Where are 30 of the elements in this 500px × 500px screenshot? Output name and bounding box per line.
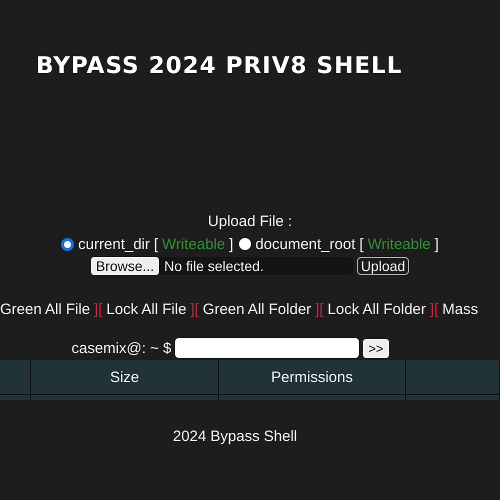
bracket-separator: ][ [94, 301, 102, 318]
writeable-status: Writeable [368, 236, 431, 252]
column-header: Size [110, 368, 140, 386]
action-link[interactable]: Green All File [0, 301, 90, 318]
bracket-separator: ][ [315, 301, 324, 318]
footer-text: 2024 Bypass Shell [172, 428, 298, 445]
radio-button[interactable] [61, 238, 74, 250]
shell-title: BYPASS 2024 PRIV8 SHELL [35, 52, 404, 81]
run-button[interactable]: >> [363, 338, 389, 358]
command-prompt: casemix@: ~ $ [71, 340, 172, 356]
bracket: [ [359, 236, 364, 252]
radio-label: current_dir [78, 236, 150, 252]
file-status: No file selected. [164, 258, 264, 274]
bracket: ] [434, 236, 439, 252]
upload-label: Upload File : [208, 213, 292, 232]
bracket-separator: ][ [430, 301, 438, 318]
command-field[interactable] [175, 338, 360, 358]
action-link[interactable]: Mass [442, 301, 478, 318]
column-header: Permissions [271, 368, 353, 386]
bracket: [ [154, 236, 158, 252]
upload-button[interactable]: Upload [356, 257, 410, 275]
radio-button[interactable] [239, 238, 252, 250]
bracket-separator: ][ [190, 301, 199, 318]
writeable-status: Writeable [162, 236, 226, 252]
action-link[interactable]: Lock All Folder [328, 301, 426, 318]
radio-label: document_root [255, 236, 356, 252]
bracket: ] [229, 236, 234, 252]
browse-button[interactable]: Browse... [90, 257, 160, 275]
action-link[interactable]: Lock All File [106, 301, 186, 318]
action-link[interactable]: Green All Folder [202, 301, 312, 318]
